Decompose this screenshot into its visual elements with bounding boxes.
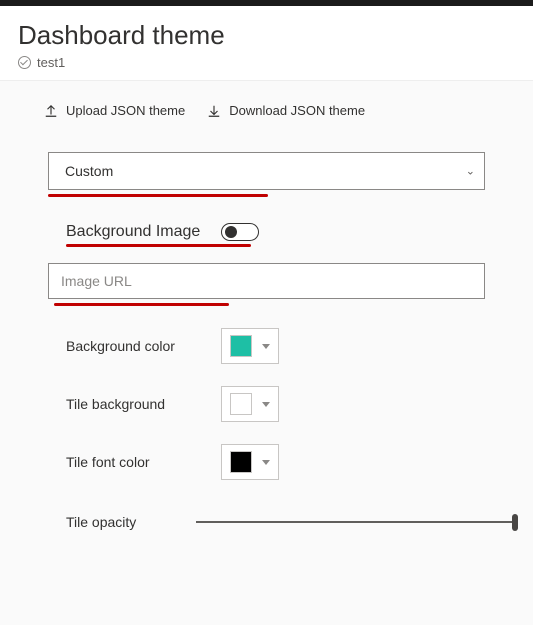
page-title: Dashboard theme [18, 20, 515, 51]
chevron-down-icon [262, 460, 270, 465]
tile-background-swatch [230, 393, 252, 415]
theme-select-wrap: Custom ⌄ [48, 152, 485, 190]
download-icon [207, 104, 221, 118]
background-color-picker[interactable] [221, 328, 279, 364]
background-image-toggle[interactable] [221, 223, 259, 241]
check-circle-icon [18, 56, 31, 69]
tile-opacity-row: Tile opacity [66, 514, 515, 530]
slider-thumb [512, 514, 518, 531]
image-url-row [48, 263, 485, 299]
tile-font-color-label: Tile font color [66, 454, 221, 470]
annotation-underline [48, 194, 268, 197]
background-image-row: Background Image [66, 223, 467, 241]
tile-background-row: Tile background [66, 386, 467, 422]
tile-font-color-row: Tile font color [66, 444, 467, 480]
chevron-down-icon [262, 402, 270, 407]
tile-opacity-slider[interactable] [196, 521, 515, 523]
download-json-label: Download JSON theme [229, 103, 365, 118]
tile-font-color-picker[interactable] [221, 444, 279, 480]
chevron-down-icon [262, 344, 270, 349]
tile-background-label: Tile background [66, 396, 221, 412]
header: Dashboard theme test1 [0, 6, 533, 81]
tile-background-picker[interactable] [221, 386, 279, 422]
background-color-swatch [230, 335, 252, 357]
background-color-label: Background color [66, 338, 221, 354]
slider-track [196, 521, 515, 523]
upload-json-label: Upload JSON theme [66, 103, 185, 118]
image-url-input[interactable] [48, 263, 485, 299]
upload-json-button[interactable]: Upload JSON theme [44, 103, 185, 118]
tile-opacity-label: Tile opacity [66, 514, 196, 530]
annotation-underline [66, 244, 251, 247]
applied-theme-row: test1 [18, 55, 515, 70]
background-image-label: Background Image [66, 223, 221, 241]
background-color-row: Background color [66, 328, 467, 364]
applied-theme-name: test1 [37, 55, 65, 70]
upload-icon [44, 104, 58, 118]
content: Upload JSON theme Download JSON theme Cu… [0, 81, 533, 530]
annotation-underline [54, 303, 229, 306]
tile-font-color-swatch [230, 451, 252, 473]
download-json-button[interactable]: Download JSON theme [207, 103, 365, 118]
json-actions: Upload JSON theme Download JSON theme [44, 103, 515, 118]
theme-select[interactable]: Custom [48, 152, 485, 190]
